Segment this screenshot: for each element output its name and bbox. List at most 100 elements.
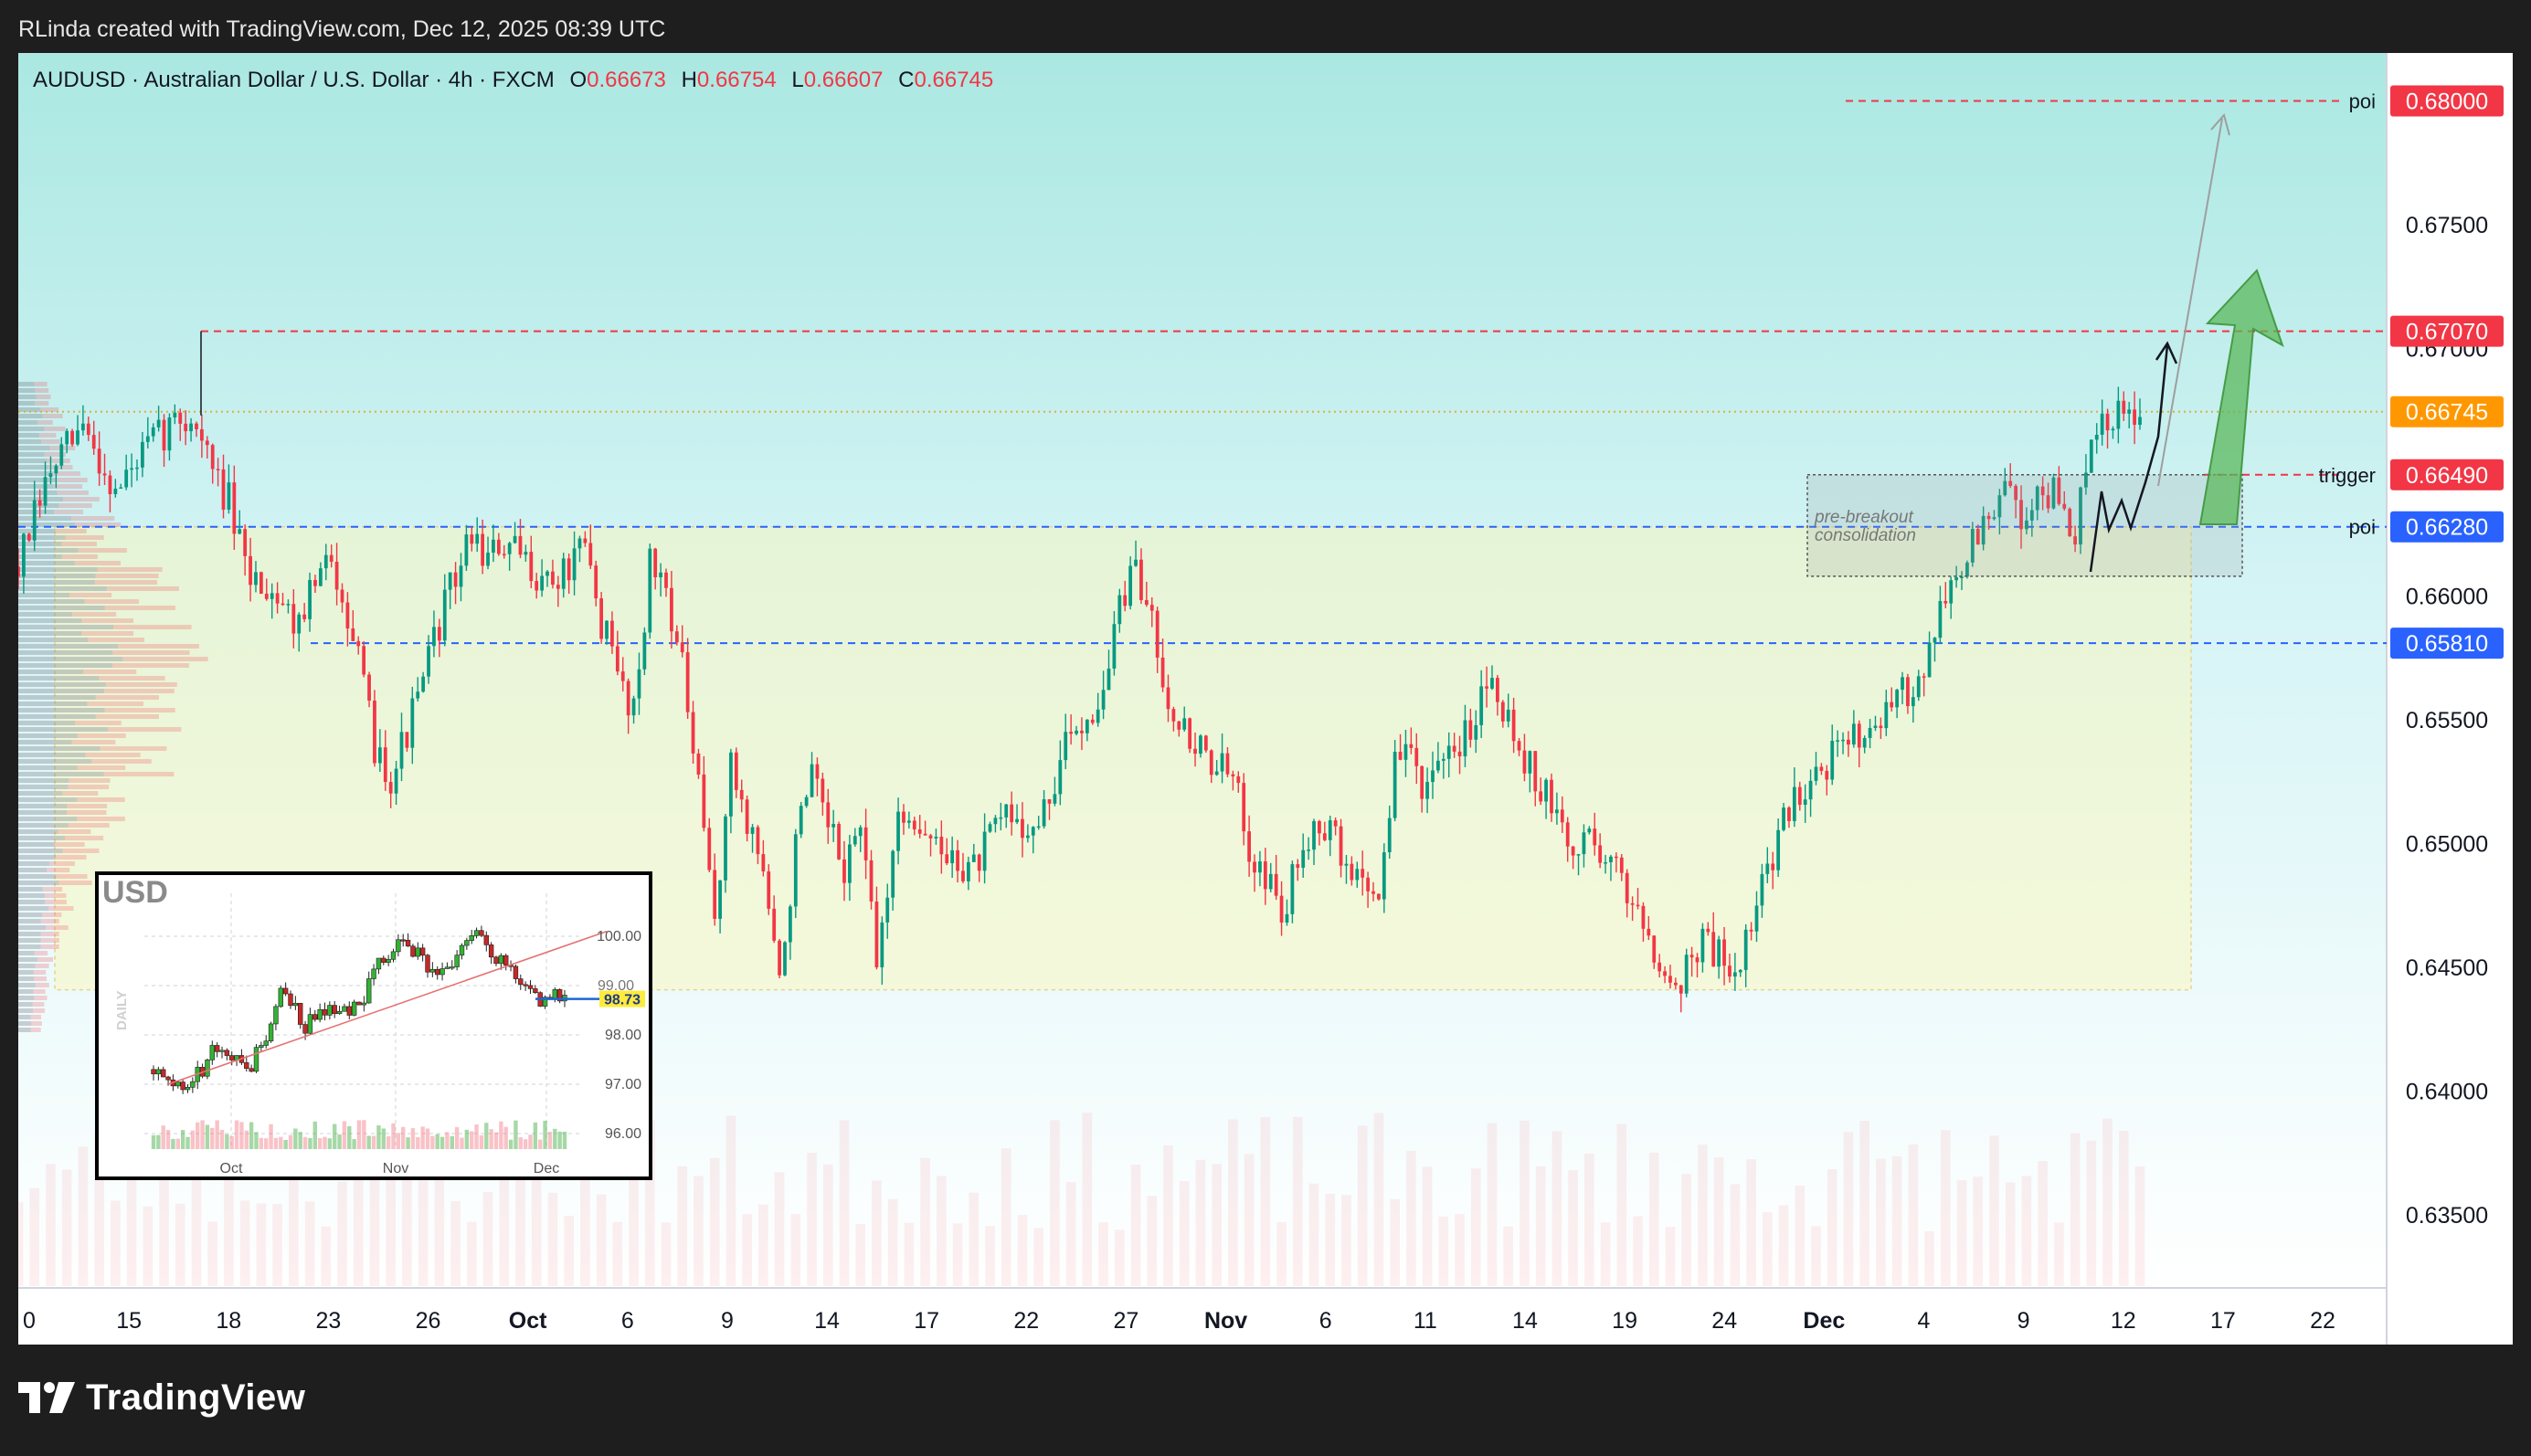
inset-candle-body [552, 989, 557, 1000]
inset-volume-bar [180, 1130, 185, 1149]
inset-candle-body [249, 1068, 254, 1072]
inset-candle-body [533, 988, 538, 993]
candle-body [1728, 965, 1731, 977]
candle-body [551, 571, 555, 586]
candle-body [2116, 400, 2121, 429]
inset-candle-body [450, 966, 455, 969]
volume-profile-bar [18, 753, 86, 757]
volume-bar [1050, 1120, 1060, 1286]
inset-volume-bar [327, 1138, 333, 1149]
volume-bar [2038, 1161, 2048, 1286]
candle-body [826, 802, 831, 828]
candle-body [1851, 723, 1856, 745]
inset-candle-body [175, 1081, 181, 1087]
candle-body [1393, 752, 1397, 818]
candle-body [1890, 702, 1894, 708]
volume-profile-bar [18, 452, 45, 457]
volume-bar [547, 1192, 558, 1286]
candle-body [184, 423, 188, 432]
inset-y-tick-label: 99.00 [598, 978, 634, 994]
volume-profile-bar [18, 836, 66, 840]
candle-body [1166, 687, 1170, 710]
volume-profile-bar [35, 388, 49, 393]
candle-body [524, 552, 528, 555]
candle-body [1771, 863, 1775, 870]
candle-body [1862, 737, 1867, 748]
candle-body [1479, 686, 1484, 725]
volume-bar [1956, 1180, 1967, 1286]
x-tick-label: 12 [2111, 1308, 2136, 1334]
candle-body [1749, 929, 1753, 932]
inset-candle-body [523, 984, 528, 986]
candle-body [518, 535, 523, 555]
candle-body [863, 827, 868, 860]
volume-profile-bar [18, 612, 72, 617]
candle-body [1058, 760, 1063, 795]
volume-profile-bar [44, 427, 66, 431]
candle-body [254, 572, 258, 586]
candle-body [1717, 939, 1721, 967]
volume-profile-bar [18, 471, 53, 476]
inset-candle-body [429, 968, 436, 973]
tradingview-logo[interactable]: TradingView [18, 1377, 305, 1419]
volume-bar [1438, 1216, 1449, 1286]
candle-body [1522, 750, 1527, 774]
inset-volume-bar [302, 1136, 308, 1149]
inset-candle-body [469, 935, 474, 941]
volume-bar [1535, 1166, 1546, 1286]
inset-candle-body [161, 1069, 166, 1078]
volume-profile-bar [77, 765, 126, 770]
inset-side-label: DAILY [114, 990, 130, 1030]
volume-bar [18, 1202, 24, 1286]
volume-bar [1811, 1226, 1821, 1286]
volume-bar [1633, 1216, 1643, 1286]
candle-body [1808, 780, 1813, 800]
volume-bar [596, 1194, 607, 1286]
volume-profile-bar [18, 1002, 33, 1007]
inset-candle-body [415, 947, 420, 957]
candle-body [626, 681, 630, 716]
x-tick-label: 17 [914, 1308, 939, 1334]
volume-profile-bar [18, 772, 104, 776]
candle-body [216, 469, 220, 470]
open-value: 0.66673 [587, 68, 666, 92]
candle-body [1619, 857, 1624, 873]
volume-profile-bar [87, 702, 143, 706]
x-tick-label: 6 [621, 1308, 634, 1334]
inset-candle-body [336, 1010, 343, 1015]
candle-body [739, 789, 744, 800]
inset-candle-body [327, 1005, 333, 1016]
inset-candle-body [351, 1001, 357, 1016]
inset-y-tick-label: 96.00 [605, 1126, 641, 1142]
candle-body [1296, 864, 1300, 869]
volume-bar [1017, 1215, 1028, 1286]
volume-profile-bar [18, 900, 46, 904]
candle-body [1836, 740, 1840, 742]
inset-volume-bar [547, 1132, 553, 1149]
volume-profile-bar [18, 433, 39, 438]
high-value: 0.66754 [696, 68, 777, 92]
candle-body [961, 870, 965, 881]
candle-body [1149, 605, 1154, 611]
candle-body [1814, 766, 1818, 781]
candle-body [1431, 770, 1435, 783]
volume-profile-bar [18, 778, 69, 783]
inset-volume-bar [190, 1130, 196, 1149]
candle-body [637, 669, 641, 699]
candle-body [535, 581, 539, 591]
candle-body [1738, 969, 1742, 973]
tradingview-logo-icon [18, 1381, 75, 1413]
volume-profile-bar [54, 842, 85, 847]
candle-body [793, 834, 798, 907]
candle-body [1199, 735, 1202, 754]
inset-volume-bar [493, 1132, 499, 1149]
candle-body [1258, 861, 1262, 873]
usd-inset-chart: 98.73 USD DAILY 100.00 98.00 97.00 96.00 99.00… [95, 871, 652, 1180]
volume-profile-bar [18, 567, 98, 572]
volume-profile-bar [18, 721, 75, 725]
candle-body [1647, 928, 1651, 936]
volume-profile-bar [18, 944, 41, 949]
candle-body [1922, 676, 1926, 678]
volume-profile-bar [18, 932, 41, 936]
volume-bar [1778, 1205, 1789, 1286]
